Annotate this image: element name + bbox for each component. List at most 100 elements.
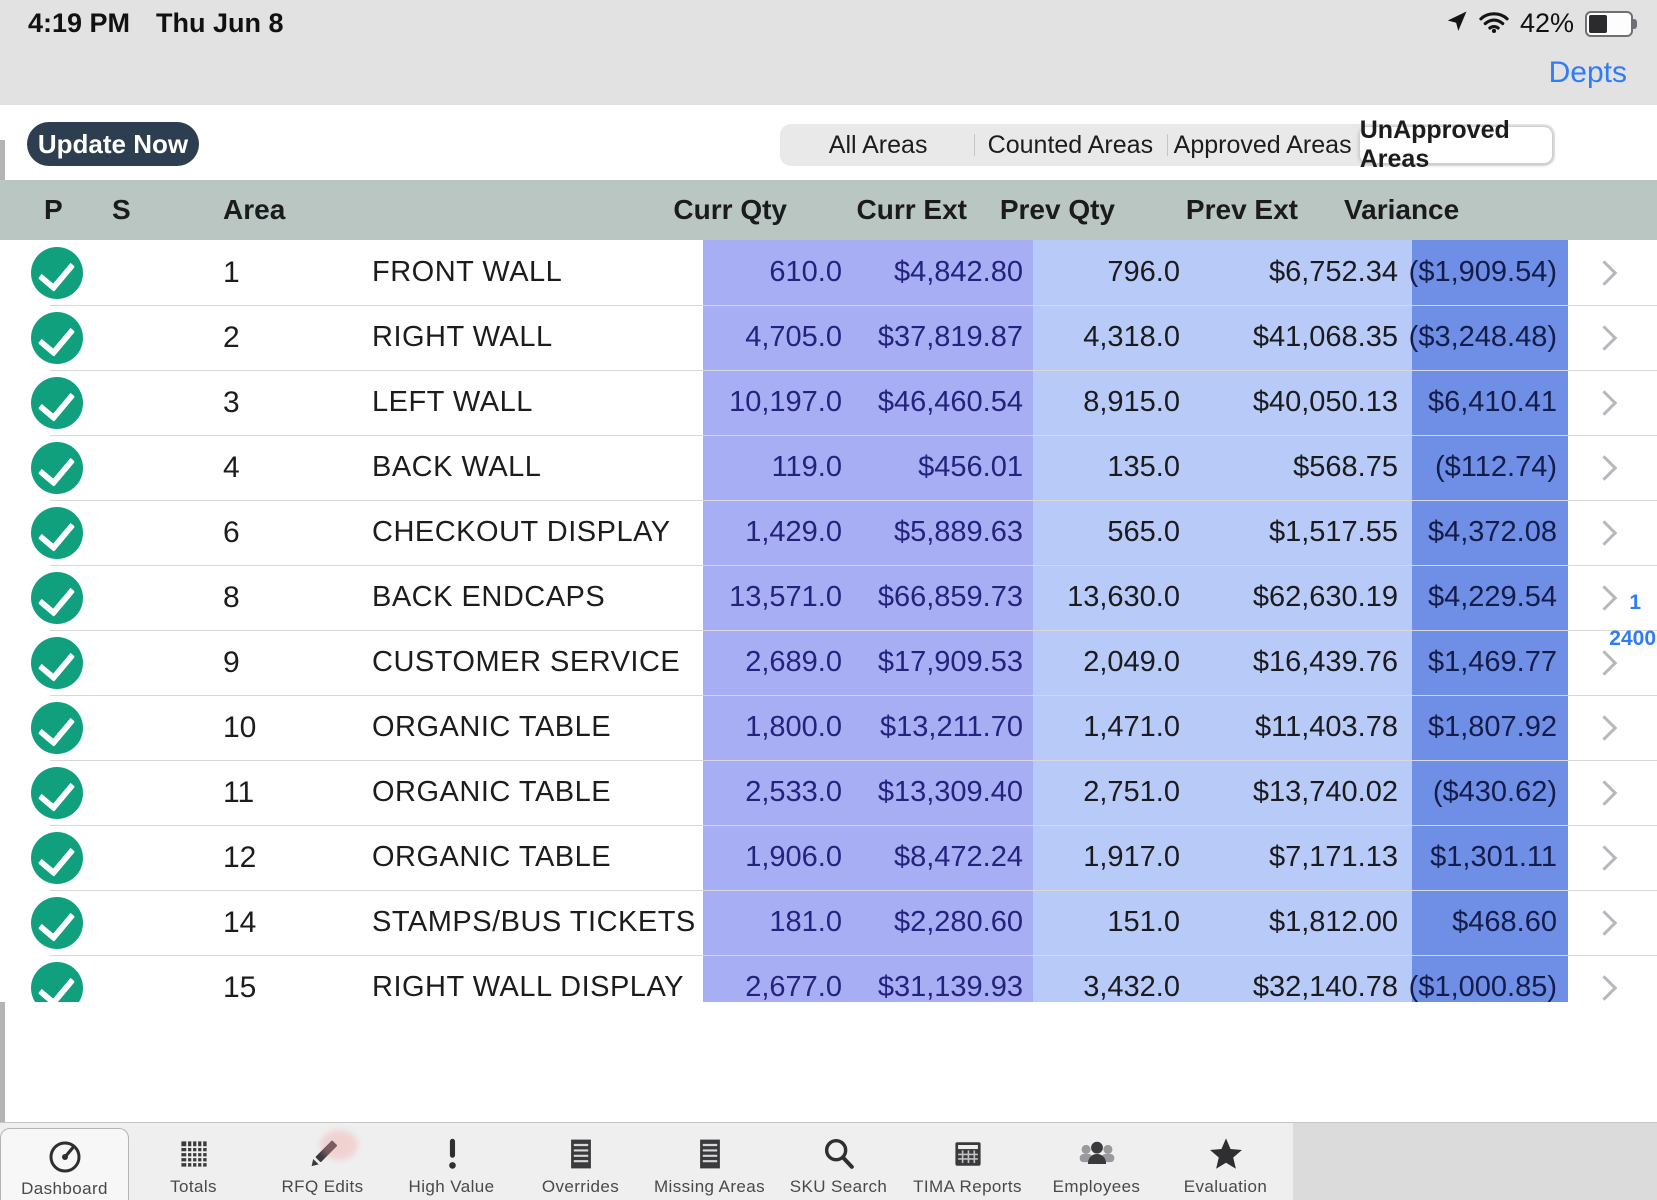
curr-ext-value: $66,859.73 (880, 565, 1033, 630)
row-chevron-icon[interactable] (1591, 455, 1616, 480)
table-row[interactable]: 11ORGANIC TABLE2,533.0$13,309.402,751.0$… (0, 760, 1657, 825)
prev-ext-value: $568.75 (1190, 435, 1412, 500)
tab-sku-search[interactable]: SKU Search (774, 1123, 903, 1200)
prev-ext-value: $6,752.34 (1190, 240, 1412, 305)
tab-dashboard[interactable]: Dashboard (0, 1128, 129, 1200)
tab-label: Missing Areas (654, 1177, 765, 1197)
area-number: 8 (160, 565, 300, 630)
tab-high-value[interactable]: High Value (387, 1123, 516, 1200)
tab-rfq-edits[interactable]: RFQ Edits (258, 1123, 387, 1200)
approved-check-icon[interactable] (31, 767, 83, 819)
table-row[interactable]: 8BACK ENDCAPS13,571.0$66,859.7313,630.0$… (0, 565, 1657, 630)
area-filter-segmented-control: All AreasCounted AreasApproved AreasUnAp… (780, 124, 1555, 166)
curr-ext-value: $2,280.60 (880, 890, 1033, 955)
table-row[interactable]: 14STAMPS/BUS TICKETS181.0$2,280.60151.0$… (0, 890, 1657, 955)
battery-icon (1585, 11, 1633, 37)
segment-unapproved-areas[interactable]: UnApproved Areas (1359, 126, 1553, 164)
tab-totals[interactable]: Totals (129, 1123, 258, 1200)
row-chevron-icon[interactable] (1591, 650, 1616, 675)
employees-icon (1077, 1133, 1117, 1175)
row-chevron-icon[interactable] (1591, 260, 1616, 285)
table-row[interactable]: 12ORGANIC TABLE1,906.0$8,472.241,917.0$7… (0, 825, 1657, 890)
row-chevron-icon[interactable] (1591, 520, 1616, 545)
row-chevron-icon[interactable] (1591, 780, 1616, 805)
variance-value: $1,807.92 (1412, 695, 1568, 760)
approved-check-icon[interactable] (31, 442, 83, 494)
side-page-indicator: 1 (1629, 591, 1641, 615)
variance-value: ($112.74) (1412, 435, 1568, 500)
area-number: 4 (160, 435, 300, 500)
areas-table: 1FRONT WALL610.0$4,842.80796.0$6,752.34(… (0, 240, 1657, 1002)
row-chevron-icon[interactable] (1591, 845, 1616, 870)
approved-check-icon[interactable] (31, 247, 83, 299)
table-row[interactable]: 10ORGANIC TABLE1,800.0$13,211.701,471.0$… (0, 695, 1657, 760)
variance-value: $4,372.08 (1412, 500, 1568, 565)
prev-qty-value: 151.0 (1033, 890, 1190, 955)
area-name: BACK ENDCAPS (300, 565, 703, 630)
approved-check-icon[interactable] (31, 962, 83, 1003)
variance-value: $4,229.54 (1412, 565, 1568, 630)
tab-missing-areas[interactable]: Missing Areas (645, 1123, 774, 1200)
bottom-tab-bar: DashboardTotalsRFQ Edits High Value Overri… (0, 1122, 1293, 1200)
tab-label: Employees (1053, 1177, 1141, 1197)
curr-ext-value: $4,842.80 (880, 240, 1033, 305)
table-row[interactable]: 4BACK WALL119.0$456.01135.0$568.75($112.… (0, 435, 1657, 500)
exclamation-icon (433, 1133, 471, 1175)
curr-ext-value: $37,819.87 (880, 305, 1033, 370)
area-name: RIGHT WALL (300, 305, 703, 370)
prev-qty-value: 796.0 (1033, 240, 1190, 305)
curr-qty-value: 1,906.0 (703, 825, 880, 890)
prev-ext-value: $16,439.76 (1190, 630, 1412, 695)
row-chevron-icon[interactable] (1591, 715, 1616, 740)
prev-qty-value: 3,432.0 (1033, 955, 1190, 1002)
tab-employees[interactable]: Employees (1032, 1123, 1161, 1200)
segment-all-areas[interactable]: All Areas (782, 126, 974, 164)
segment-counted-areas[interactable]: Counted Areas (974, 126, 1166, 164)
row-chevron-icon[interactable] (1591, 910, 1616, 935)
variance-value: $468.60 (1412, 890, 1568, 955)
prev-ext-value: $7,171.13 (1190, 825, 1412, 890)
table-row[interactable]: 2RIGHT WALL4,705.0$37,819.874,318.0$41,0… (0, 305, 1657, 370)
row-chevron-icon[interactable] (1591, 975, 1616, 1000)
variance-value: $1,301.11 (1412, 825, 1568, 890)
header-variance: Variance (1344, 194, 1459, 226)
depts-link[interactable]: Depts (1549, 56, 1627, 90)
segment-approved-areas[interactable]: Approved Areas (1167, 126, 1359, 164)
approved-check-icon[interactable] (31, 377, 83, 429)
approved-check-icon[interactable] (31, 507, 83, 559)
approved-check-icon[interactable] (31, 702, 83, 754)
update-now-button[interactable]: Update Now (27, 122, 199, 166)
s-cell (90, 435, 160, 500)
row-chevron-icon[interactable] (1591, 325, 1616, 350)
approved-check-icon[interactable] (31, 897, 83, 949)
approved-check-icon[interactable] (31, 637, 83, 689)
table-row[interactable]: 6CHECKOUT DISPLAY1,429.0$5,889.63565.0$1… (0, 500, 1657, 565)
tab-label: Evaluation (1184, 1177, 1267, 1197)
area-number: 6 (160, 500, 300, 565)
variance-value: ($1,000.85) (1412, 955, 1568, 1002)
curr-ext-value: $456.01 (880, 435, 1033, 500)
table-row[interactable]: 3LEFT WALL10,197.0$46,460.548,915.0$40,0… (0, 370, 1657, 435)
row-chevron-icon[interactable] (1591, 585, 1616, 610)
area-name: CHECKOUT DISPLAY (300, 500, 703, 565)
tab-label: SKU Search (790, 1177, 888, 1197)
table-row[interactable]: 9CUSTOMER SERVICE2,689.0$17,909.532,049.… (0, 630, 1657, 695)
table-row[interactable]: 15RIGHT WALL DISPLAY2,677.0$31,139.933,4… (0, 955, 1657, 1002)
tab-overrides[interactable]: Overrides (516, 1123, 645, 1200)
curr-qty-value: 10,197.0 (703, 370, 880, 435)
tab-tima-reports[interactable]: TIMA Reports (903, 1123, 1032, 1200)
area-number: 15 (160, 955, 300, 1002)
row-chevron-icon[interactable] (1591, 390, 1616, 415)
tab-evaluation[interactable]: Evaluation (1161, 1123, 1290, 1200)
prev-qty-value: 1,917.0 (1033, 825, 1190, 890)
curr-qty-value: 2,677.0 (703, 955, 880, 1002)
approved-check-icon[interactable] (31, 312, 83, 364)
tab-label: High Value (409, 1177, 495, 1197)
table-row[interactable]: 1FRONT WALL610.0$4,842.80796.0$6,752.34(… (0, 240, 1657, 305)
approved-check-icon[interactable] (31, 832, 83, 884)
prev-ext-value: $62,630.19 (1190, 565, 1412, 630)
variance-value: $1,469.77 (1412, 630, 1568, 695)
header-prev-ext: Prev Ext (1186, 194, 1298, 226)
prev-qty-value: 2,751.0 (1033, 760, 1190, 825)
approved-check-icon[interactable] (31, 572, 83, 624)
